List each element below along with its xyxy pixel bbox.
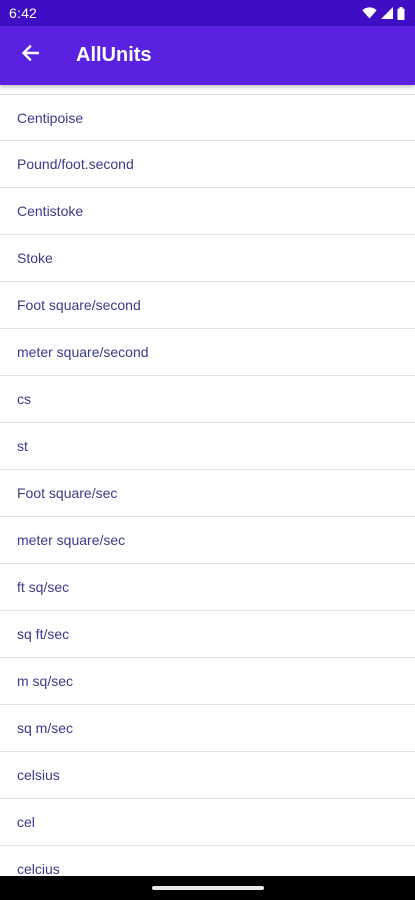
list-item[interactable]: st [0, 423, 415, 470]
list-item-label: Foot square/second [17, 297, 141, 313]
list-item-label: Foot square/sec [17, 485, 118, 501]
battery-icon [397, 6, 405, 20]
units-list[interactable]: Centipoise Pound/foot.second Centistoke Sto… [0, 94, 415, 876]
list-item[interactable]: sq m/sec [0, 705, 415, 752]
list-item-label: Centistoke [17, 203, 84, 219]
list-item[interactable]: celsius [0, 752, 415, 799]
list-item-label: Pound/foot.second [17, 156, 134, 172]
list-item-label: Stoke [17, 250, 53, 266]
list-item[interactable]: meter square/sec [0, 517, 415, 564]
list-item[interactable]: Centipoise [0, 95, 415, 141]
list-item-label: st [17, 438, 28, 454]
cell-signal-icon [381, 7, 393, 19]
status-bar: 6:42 [0, 0, 415, 26]
list-item[interactable]: Centistoke [0, 188, 415, 235]
status-time: 6:42 [9, 5, 38, 21]
status-icons [362, 6, 405, 20]
list-item[interactable]: meter square/second [0, 329, 415, 376]
list-item-label: ft sq/sec [17, 579, 70, 595]
list-item-label: Centipoise [17, 109, 84, 126]
list-item-label: celcius [17, 861, 60, 876]
list-item[interactable]: Foot square/sec [0, 470, 415, 517]
list-item-label: sq m/sec [17, 720, 74, 736]
list-item-label: cel [17, 814, 35, 830]
list-item[interactable]: Stoke [0, 235, 415, 282]
back-button[interactable] [0, 26, 60, 85]
list-item-label: cs [17, 391, 31, 407]
wifi-icon [362, 7, 377, 19]
list-item[interactable]: ft sq/sec [0, 564, 415, 611]
app-bar: AllUnits [0, 26, 415, 85]
list-item[interactable]: Pound/foot.second [0, 141, 415, 188]
list-item-label: sq ft/sec [17, 626, 70, 642]
list-item[interactable]: sq ft/sec [0, 611, 415, 658]
navigation-bar [0, 876, 415, 900]
list-item-label: meter square/second [17, 344, 149, 360]
list-item[interactable]: cel [0, 799, 415, 846]
list-item[interactable]: celcius [0, 846, 415, 876]
page-title: AllUnits [76, 44, 152, 66]
arrow-back-icon [21, 44, 40, 67]
list-item[interactable]: Foot square/second [0, 282, 415, 329]
list-item[interactable]: m sq/sec [0, 658, 415, 705]
list-item[interactable]: cs [0, 376, 415, 423]
list-item-label: celsius [17, 767, 60, 783]
list-item-label: m sq/sec [17, 673, 74, 689]
home-handle[interactable] [151, 886, 264, 890]
list-item-label: meter square/sec [17, 532, 126, 548]
